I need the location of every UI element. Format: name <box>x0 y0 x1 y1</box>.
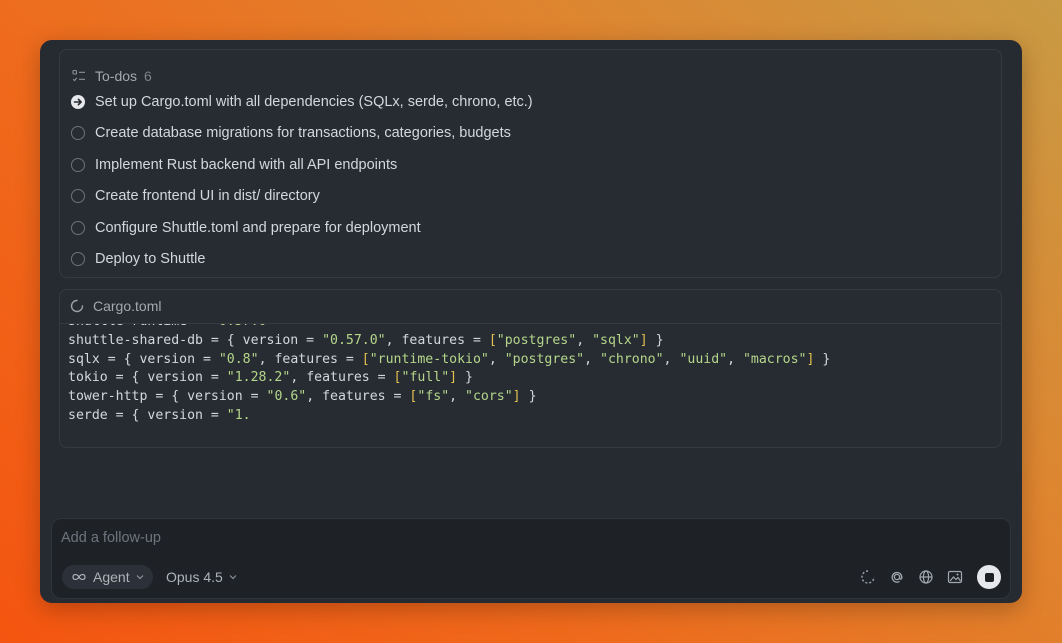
todo-item[interactable]: Implement Rust backend with all API endp… <box>71 155 397 175</box>
code-panel: Cargo.toml shuttle-runtime = "0.57.0"shu… <box>59 289 1002 448</box>
chevron-down-icon <box>229 575 237 580</box>
checklist-icon <box>72 69 85 82</box>
infinity-icon <box>72 573 86 581</box>
chevron-down-icon <box>136 575 144 580</box>
globe-icon[interactable] <box>916 567 936 587</box>
todo-title: To-dos <box>95 68 138 84</box>
mention-icon[interactable] <box>887 567 907 587</box>
in-progress-arrow-icon <box>71 95 85 109</box>
code-header[interactable]: Cargo.toml <box>70 297 161 315</box>
todo-label: Create frontend UI in dist/ directory <box>95 188 320 204</box>
todo-item[interactable]: Set up Cargo.toml with all dependencies … <box>71 92 533 112</box>
pending-circle-icon <box>71 189 85 203</box>
loading-spinner-icon <box>70 299 84 313</box>
code-line: tower-http = { version = "0.6", features… <box>68 389 537 405</box>
stop-button[interactable] <box>977 565 1001 589</box>
todo-count: 6 <box>144 68 152 84</box>
todo-label: Deploy to Shuttle <box>95 251 206 267</box>
follow-up-composer[interactable]: Add a follow-up Agent Opus 4.5 <box>51 518 1011 599</box>
code-filename: Cargo.toml <box>93 298 162 314</box>
code-line: serde = { version = "1. <box>68 407 251 423</box>
mode-selector[interactable]: Agent <box>62 565 153 589</box>
chat-window: To-dos 6 Set up Cargo.toml with all depe… <box>40 40 1022 603</box>
pending-circle-icon <box>71 252 85 266</box>
stop-icon <box>984 572 994 582</box>
todo-header[interactable]: To-dos 6 <box>72 67 152 85</box>
code-line: shuttle-runtime = "0.57.0" <box>68 324 1001 332</box>
todo-item[interactable]: Configure Shuttle.toml and prepare for d… <box>71 218 421 238</box>
model-label: Opus 4.5 <box>166 569 223 585</box>
todo-label: Create database migrations for transacti… <box>95 125 511 141</box>
todo-panel: To-dos 6 Set up Cargo.toml with all depe… <box>59 49 1002 278</box>
mode-label: Agent <box>93 569 130 585</box>
todo-item[interactable]: Deploy to Shuttle <box>71 249 205 269</box>
todo-item[interactable]: Create frontend UI in dist/ directory <box>71 186 320 206</box>
pending-circle-icon <box>71 126 85 140</box>
code-line: sqlx = { version = "0.8", features = ["r… <box>68 351 831 367</box>
model-selector[interactable]: Opus 4.5 <box>166 565 237 589</box>
pending-circle-icon <box>71 221 85 235</box>
code-content: shuttle-runtime = "0.57.0"shuttle-shared… <box>68 324 1001 447</box>
todo-label: Configure Shuttle.toml and prepare for d… <box>95 220 421 236</box>
code-viewport[interactable]: shuttle-runtime = "0.57.0"shuttle-shared… <box>60 324 1001 447</box>
loading-spinner-icon <box>858 567 878 587</box>
pending-circle-icon <box>71 158 85 172</box>
todo-label: Set up Cargo.toml with all dependencies … <box>95 94 533 110</box>
follow-up-input[interactable]: Add a follow-up <box>61 530 161 546</box>
todo-label: Implement Rust backend with all API endp… <box>95 157 398 173</box>
composer-tools <box>858 565 1001 589</box>
todo-item[interactable]: Create database migrations for transacti… <box>71 123 511 143</box>
code-line: tokio = { version = "1.28.2", features =… <box>68 370 473 386</box>
image-icon[interactable] <box>945 567 965 587</box>
code-line: shuttle-shared-db = { version = "0.57.0"… <box>68 332 664 348</box>
